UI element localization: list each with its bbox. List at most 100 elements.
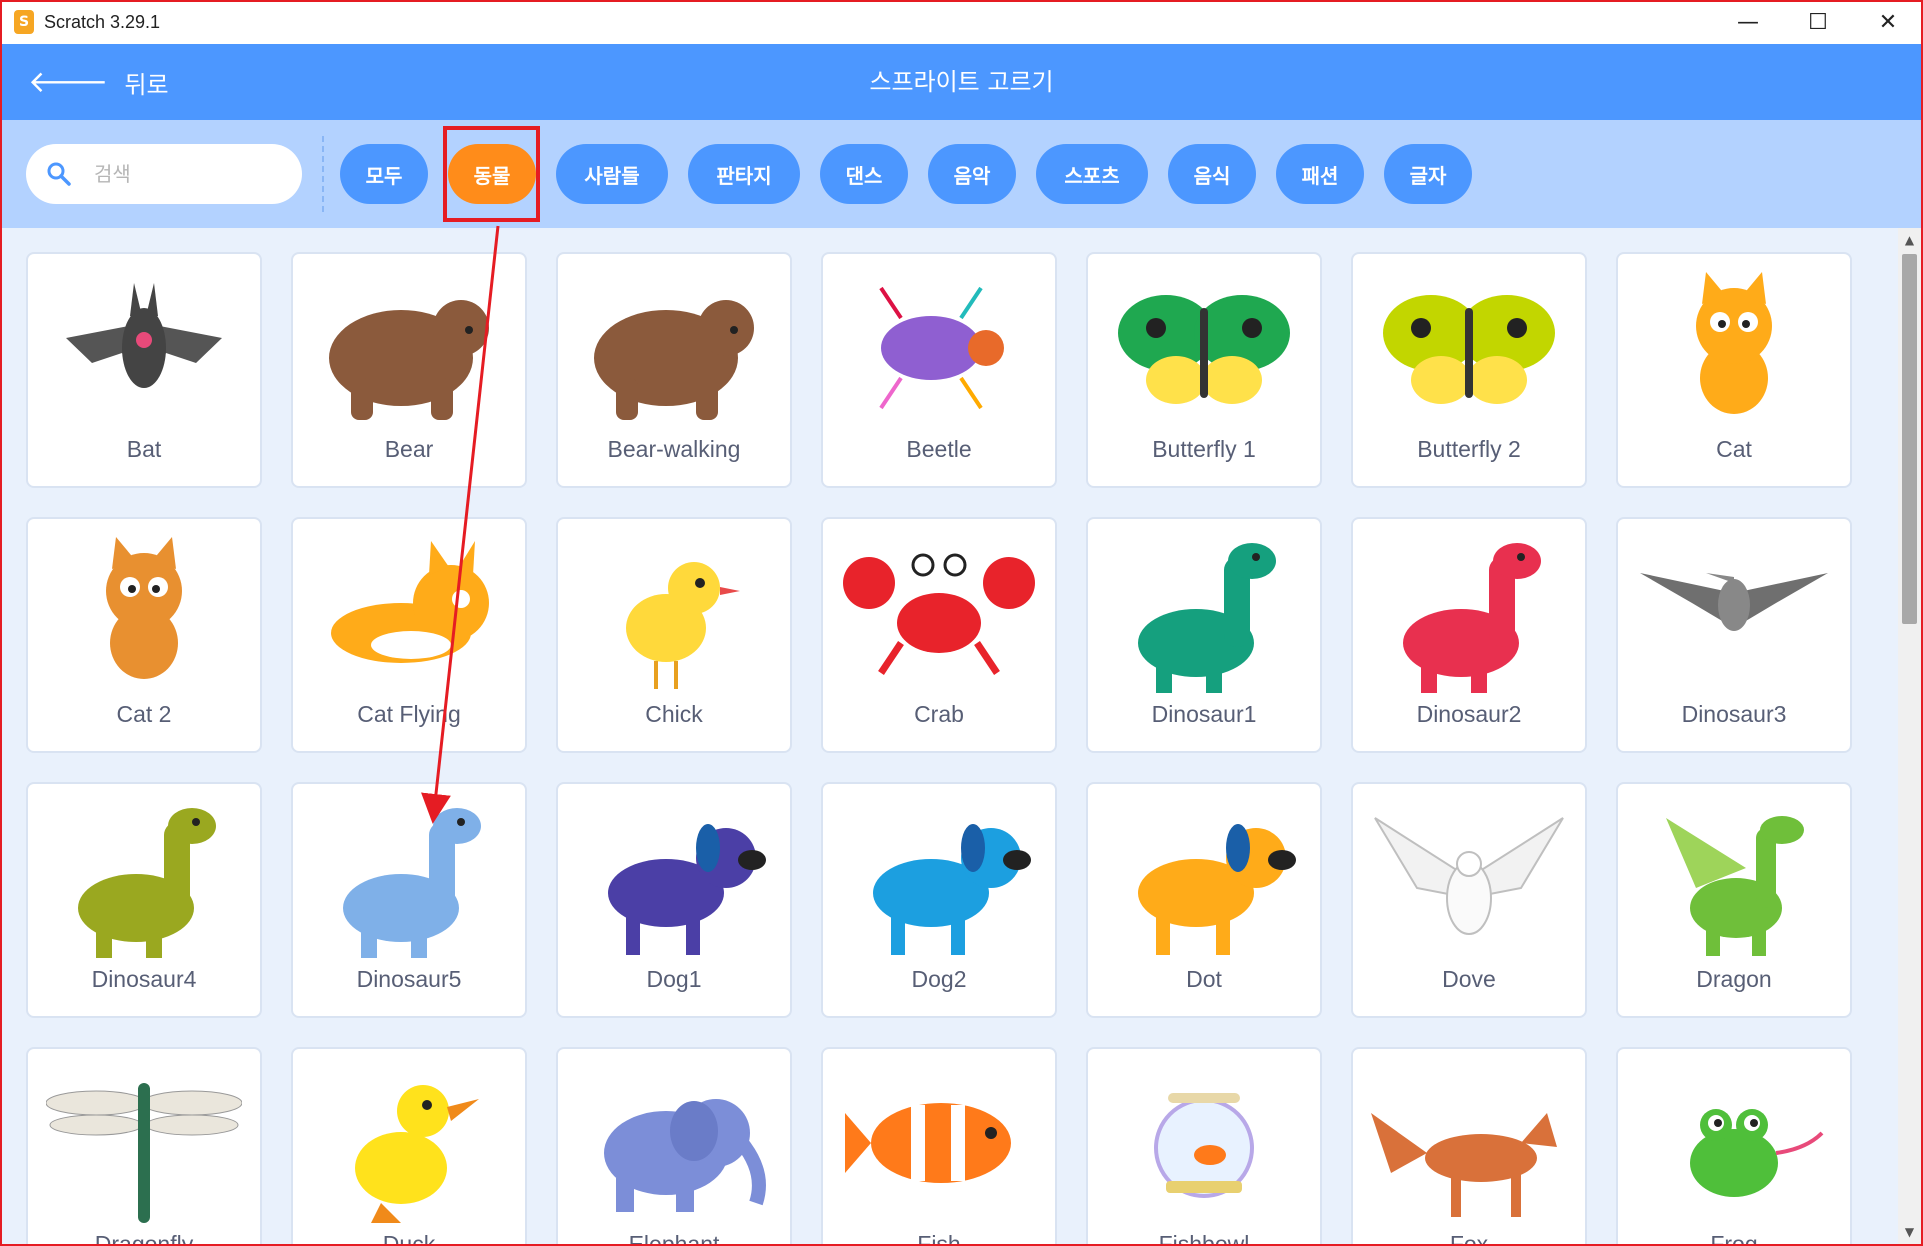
- sprite-card-label: Fish: [917, 1231, 961, 1244]
- fishbowl-icon: [1154, 1093, 1254, 1198]
- close-button[interactable]: ✕: [1853, 0, 1923, 44]
- sprite-card[interactable]: Dinosaur1: [1086, 517, 1322, 753]
- sprite-card[interactable]: Frog: [1616, 1047, 1852, 1244]
- tag-3[interactable]: 사람들: [556, 144, 668, 204]
- dragonfly-icon: [46, 1083, 242, 1223]
- sprite-card-label: Dinosaur3: [1681, 701, 1787, 727]
- tag-10[interactable]: 글자: [1384, 144, 1472, 204]
- butterfly-icon: [1383, 295, 1555, 404]
- sprite-card[interactable]: Dove: [1351, 782, 1587, 1018]
- sprite-card-label: Duck: [382, 1231, 436, 1244]
- tag-6[interactable]: 음악: [928, 144, 1016, 204]
- bear-walking-icon: [594, 300, 754, 420]
- pterosaur-icon: [1640, 573, 1828, 631]
- scrollbar[interactable]: ▲ ▼: [1898, 228, 1921, 1244]
- sprite-card-label: Butterfly 2: [1417, 436, 1521, 462]
- scroll-up-icon[interactable]: ▲: [1898, 230, 1921, 250]
- cat-icon: [106, 537, 182, 679]
- sprite-card-label: Chick: [645, 701, 703, 727]
- sprite-card[interactable]: Cat: [1616, 252, 1852, 488]
- maximize-icon: ☐: [1808, 9, 1828, 35]
- sprite-card-label: Bat: [126, 436, 162, 462]
- window-titlebar: S Scratch 3.29.1 — ☐ ✕: [0, 0, 1923, 44]
- sprite-card-label: Dinosaur1: [1151, 701, 1257, 727]
- scratch-app-icon: S: [14, 10, 34, 34]
- window-controls: — ☐ ✕: [1713, 0, 1923, 44]
- sprite-card-label: Crab: [914, 701, 964, 727]
- sprite-card[interactable]: Dinosaur5: [291, 782, 527, 1018]
- minimize-button[interactable]: —: [1713, 0, 1783, 44]
- dinosaur-icon: [78, 808, 216, 958]
- sprite-card[interactable]: Fishbowl: [1086, 1047, 1322, 1244]
- chick-icon: [626, 562, 740, 689]
- sprite-card[interactable]: Cat Flying: [291, 517, 527, 753]
- bear-icon: [329, 300, 489, 420]
- sprite-card[interactable]: Bear-walking: [556, 252, 792, 488]
- cat-icon: [1696, 272, 1772, 414]
- tag-7[interactable]: 스포츠: [1036, 144, 1148, 204]
- dinosaur-icon: [1138, 543, 1276, 693]
- sprite-card[interactable]: Elephant: [556, 1047, 792, 1244]
- sprite-card[interactable]: Bat: [26, 252, 262, 488]
- window-title: Scratch 3.29.1: [44, 11, 161, 32]
- dove-icon: [1374, 817, 1564, 935]
- bat-icon: [66, 283, 222, 388]
- elephant-icon: [604, 1099, 766, 1212]
- sprite-card[interactable]: Fish: [821, 1047, 1057, 1244]
- sprite-card[interactable]: Crab: [821, 517, 1057, 753]
- sprite-card-label: Dot: [1186, 966, 1222, 992]
- filter-divider: [322, 136, 324, 212]
- search-box[interactable]: [26, 144, 302, 204]
- sprite-card-label: Fishbowl: [1158, 1231, 1250, 1244]
- sprite-card[interactable]: Bear: [291, 252, 527, 488]
- library-header: 🡐 뒤로 스프라이트 고르기: [0, 44, 1923, 120]
- sprite-card-label: Beetle: [906, 436, 972, 462]
- scroll-thumb[interactable]: [1902, 254, 1917, 624]
- tag-8[interactable]: 음식: [1168, 144, 1256, 204]
- sprite-card-label: Cat 2: [116, 701, 172, 727]
- sprite-card[interactable]: Beetle: [821, 252, 1057, 488]
- sprite-card-label: Cat Flying: [357, 701, 461, 727]
- duck-icon: [355, 1085, 479, 1223]
- sprite-card-label: Dinosaur4: [91, 966, 197, 992]
- sprite-card[interactable]: Dinosaur4: [26, 782, 262, 1018]
- sprite-card-label: Dinosaur5: [356, 966, 462, 992]
- butterfly-icon: [1118, 295, 1290, 404]
- sprite-grid: Bat Bear Bear-walking Beetle Butterfly 1 Butt…: [0, 228, 1898, 1244]
- sprite-card[interactable]: Butterfly 2: [1351, 252, 1587, 488]
- sprite-card[interactable]: Dot: [1086, 782, 1322, 1018]
- dinosaur-icon: [343, 808, 481, 958]
- sprite-card[interactable]: Dog2: [821, 782, 1057, 1018]
- sprite-card-label: Bear: [384, 436, 434, 462]
- tag-9[interactable]: 패션: [1276, 144, 1364, 204]
- sprite-card[interactable]: Dragon: [1616, 782, 1852, 1018]
- sprite-card[interactable]: Dinosaur2: [1351, 517, 1587, 753]
- sprite-card[interactable]: Chick: [556, 517, 792, 753]
- crab-icon: [843, 553, 1035, 675]
- tag-5[interactable]: 댄스: [820, 144, 908, 204]
- active-tag-highlight-box: [443, 126, 540, 222]
- maximize-button[interactable]: ☐: [1783, 0, 1853, 44]
- sprite-card[interactable]: Dog1: [556, 782, 792, 1018]
- sprite-card[interactable]: Butterfly 1: [1086, 252, 1322, 488]
- scroll-down-icon[interactable]: ▼: [1898, 1222, 1921, 1242]
- minimize-icon: —: [1737, 9, 1759, 35]
- dinosaur-icon: [1403, 543, 1541, 693]
- tag-1[interactable]: 모두: [340, 144, 428, 204]
- dog-icon: [608, 824, 766, 955]
- sprite-card-label: Dragon: [1696, 966, 1772, 992]
- cat-flying-icon: [331, 541, 489, 663]
- sprite-card[interactable]: Cat 2: [26, 517, 262, 753]
- tag-4[interactable]: 판타지: [688, 144, 800, 204]
- sprite-card-label: Frog: [1710, 1231, 1758, 1244]
- sprite-card-label: Butterfly 1: [1152, 436, 1256, 462]
- sprite-card[interactable]: Dragonfly: [26, 1047, 262, 1244]
- filter-bar: 모두동물사람들판타지댄스음악스포츠음식패션글자: [0, 120, 1923, 228]
- sprite-card-label: Dog2: [911, 966, 967, 992]
- sprite-card-label: Bear-walking: [607, 436, 741, 462]
- sprite-card[interactable]: Duck: [291, 1047, 527, 1244]
- sprite-card[interactable]: Dinosaur3: [1616, 517, 1852, 753]
- search-input[interactable]: [92, 161, 276, 187]
- sprite-card[interactable]: Fox: [1351, 1047, 1587, 1244]
- dog-icon: [873, 824, 1031, 955]
